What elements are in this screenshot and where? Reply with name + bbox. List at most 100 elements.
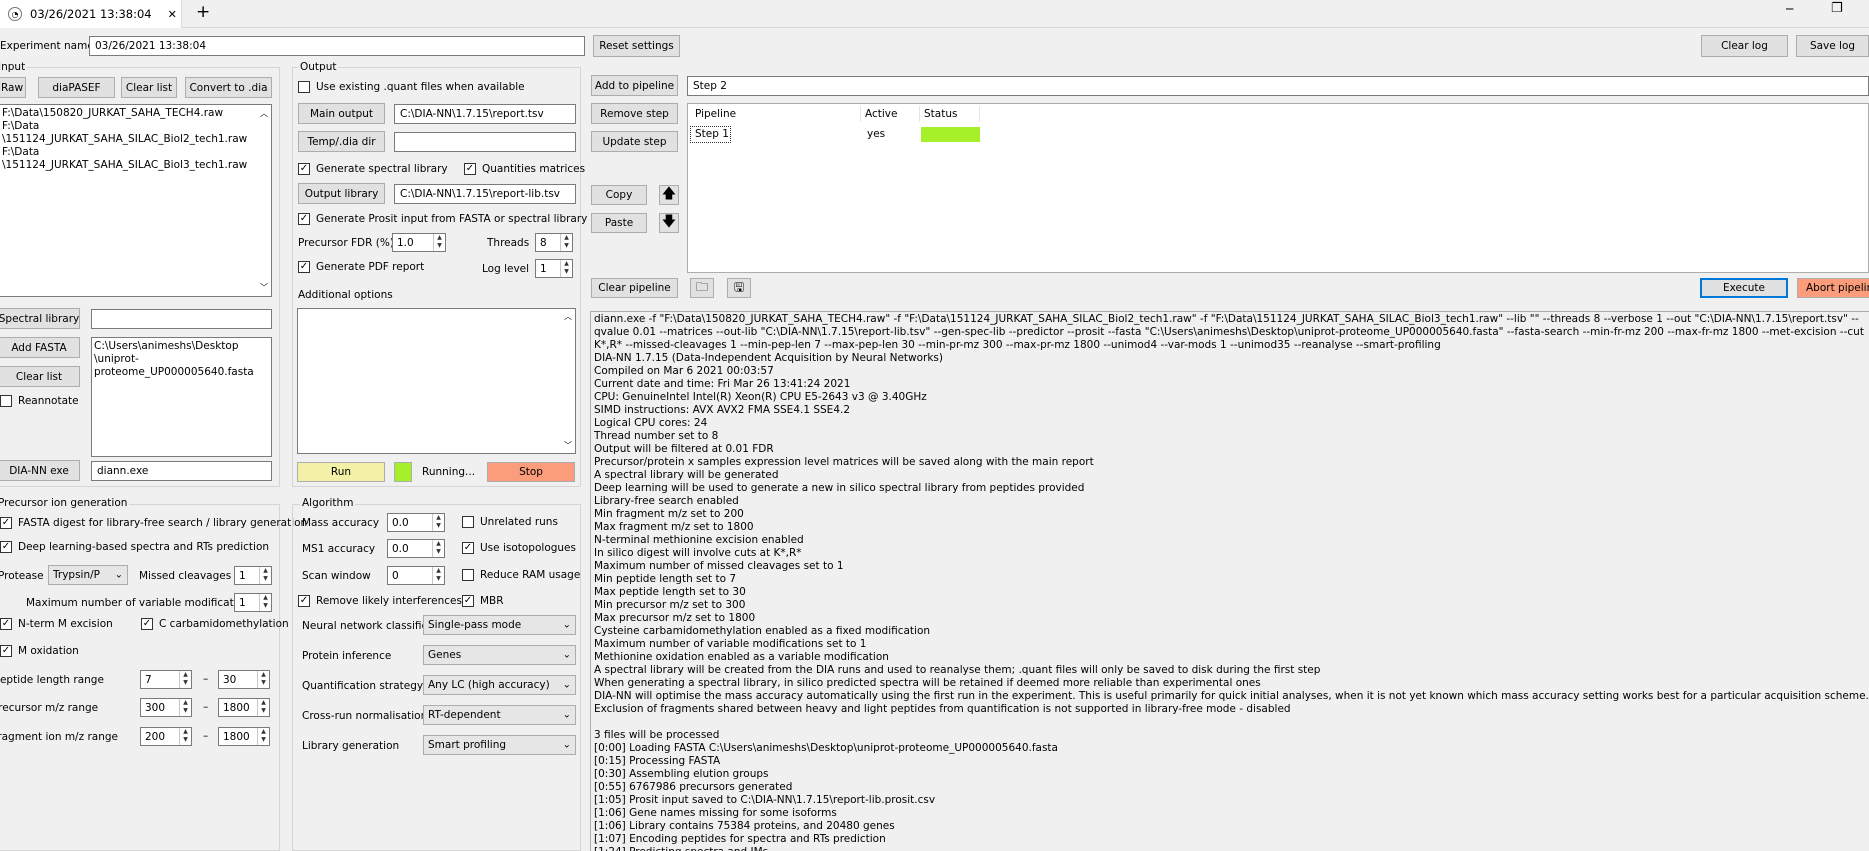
mbr-checkbox[interactable]: ✓ MBR (462, 595, 504, 607)
checkbox-box[interactable] (298, 81, 310, 93)
list-item[interactable]: \uniprot- (94, 353, 269, 366)
save-pipeline-button[interactable]: 🖫 (727, 278, 751, 298)
fragment-mz-min-stepper[interactable]: 200 ▲ ▼ (140, 727, 192, 746)
clear-fasta-list-button[interactable]: Clear list (0, 366, 80, 387)
move-down-button[interactable]: 🡇 (659, 213, 679, 233)
temp-dir-input[interactable] (394, 132, 576, 152)
quantities-matrices-checkbox[interactable]: ✓ Quantities matrices (464, 163, 585, 175)
clear-log-button[interactable]: Clear log (1701, 35, 1788, 57)
abort-pipeline-button[interactable]: Abort pipeline (1797, 278, 1869, 298)
list-item[interactable]: F:\Data (2, 146, 269, 159)
unrelated-runs-checkbox[interactable]: Unrelated runs (462, 516, 558, 528)
temp-dir-button[interactable]: Temp/.dia dir (298, 131, 385, 152)
spectral-library-input[interactable] (91, 309, 272, 329)
stepper-arrows-icon[interactable]: ▲ ▼ (257, 728, 269, 745)
main-output-button[interactable]: Main output (298, 103, 385, 124)
stepper-arrows-icon[interactable]: ▲ ▼ (560, 260, 572, 277)
ms1-accuracy-stepper[interactable]: 0.0 ▲ ▼ (387, 539, 445, 558)
missed-cleavages-stepper[interactable]: 1 ▲ ▼ (234, 566, 272, 585)
quant-strategy-select[interactable]: Any LC (high accuracy) ⌄ (423, 675, 576, 695)
max-var-mods-stepper[interactable]: 1 ▲ ▼ (234, 593, 272, 612)
fasta-digest-checkbox[interactable]: ✓ FASTA digest for library-free search / … (0, 517, 307, 529)
update-step-button[interactable]: Update step (591, 131, 678, 152)
clear-pipeline-button[interactable]: Clear pipeline (591, 278, 678, 298)
generate-spectral-library-checkbox[interactable]: ✓ Generate spectral library (298, 163, 448, 175)
clear-list-button[interactable]: Clear list (121, 77, 177, 98)
copy-button[interactable]: Copy (591, 185, 647, 205)
use-isotopologues-checkbox[interactable]: ✓ Use isotopologues (462, 542, 576, 554)
stepper-arrows-icon[interactable]: ▲ ▼ (259, 567, 271, 584)
library-generation-select[interactable]: Smart profiling ⌄ (423, 735, 576, 755)
diann-exe-input[interactable]: diann.exe (91, 461, 272, 481)
generate-prosit-checkbox[interactable]: ✓ Generate Prosit input from FASTA or spe… (298, 213, 587, 225)
convert-to-dia-button[interactable]: Convert to .dia (185, 77, 272, 98)
raw-files-list[interactable]: F:\Data\150820_JURKAT_SAHA_TECH4.raw F:\… (0, 104, 272, 297)
step-name-input[interactable]: Step 2 (687, 76, 1869, 96)
save-log-button[interactable]: Save log (1796, 35, 1869, 57)
paste-button[interactable]: Paste (591, 213, 647, 233)
new-tab-icon[interactable]: + (196, 2, 210, 22)
stop-button[interactable]: Stop (487, 462, 575, 482)
checkbox-box[interactable] (462, 516, 474, 528)
add-fasta-button[interactable]: Add FASTA (0, 337, 80, 358)
checkbox-box[interactable]: ✓ (298, 163, 310, 175)
peptide-length-min-stepper[interactable]: 7 ▲ ▼ (140, 670, 192, 689)
column-header-pipeline[interactable]: Pipeline (695, 108, 736, 120)
maximize-icon[interactable]: ❐ (1831, 1, 1843, 16)
nterm-m-excision-checkbox[interactable]: ✓ N-term M excision (0, 618, 113, 630)
fragment-mz-max-stepper[interactable]: 1800 ▲ ▼ (218, 727, 270, 746)
tab-active[interactable]: ◔ 03/26/2021 13:38:04 ✕ (0, 0, 182, 28)
reduce-ram-checkbox[interactable]: Reduce RAM usage (462, 569, 580, 581)
stepper-arrows-icon[interactable]: ▲ ▼ (179, 671, 191, 688)
checkbox-box[interactable] (462, 569, 474, 581)
checkbox-box[interactable]: ✓ (464, 163, 476, 175)
m-oxidation-checkbox[interactable]: ✓ M oxidation (0, 645, 79, 657)
column-header-status[interactable]: Status (924, 108, 957, 120)
checkbox-box[interactable]: ✓ (462, 595, 474, 607)
protein-inference-select[interactable]: Genes ⌄ (423, 645, 576, 665)
stepper-arrows-icon[interactable]: ▲ ▼ (259, 594, 271, 611)
table-row[interactable]: Step 1 yes (690, 126, 980, 143)
reset-settings-button[interactable]: Reset settings (593, 35, 680, 57)
additional-options-textarea[interactable]: ︿ ﹀ (297, 308, 576, 454)
checkbox-box[interactable]: ✓ (0, 645, 12, 657)
deep-learning-checkbox[interactable]: ✓ Deep learning-based spectra and RTs pre… (0, 541, 269, 553)
execute-button[interactable]: Execute (1700, 278, 1788, 298)
list-item[interactable]: \151124_JURKAT_SAHA_SILAC_Biol3_tech1.ra… (2, 159, 269, 172)
checkbox-box[interactable]: ✓ (298, 595, 310, 607)
generate-pdf-checkbox[interactable]: ✓ Generate PDF report (298, 261, 424, 273)
c-carbamidomethylation-checkbox[interactable]: ✓ C carbamidomethylation (141, 618, 289, 630)
stepper-arrows-icon[interactable]: ▲ ▼ (179, 699, 191, 716)
peptide-length-max-stepper[interactable]: 30 ▲ ▼ (218, 670, 270, 689)
precursor-fdr-stepper[interactable]: 1.0 ▲ ▼ (392, 233, 446, 252)
precursor-mz-min-stepper[interactable]: 300 ▲ ▼ (140, 698, 192, 717)
list-item[interactable]: F:\Data\150820_JURKAT_SAHA_TECH4.raw (2, 107, 269, 120)
precursor-mz-max-stepper[interactable]: 1800 ▲ ▼ (218, 698, 270, 717)
checkbox-box[interactable]: ✓ (0, 541, 12, 553)
reannotate-checkbox[interactable]: Reannotate (0, 395, 79, 407)
checkbox-box[interactable]: ✓ (298, 261, 310, 273)
stepper-arrows-icon[interactable]: ▲ ▼ (257, 699, 269, 716)
list-item[interactable]: proteome_UP000005640.fasta (94, 366, 269, 379)
main-output-input[interactable]: C:\DIA-NN\1.7.15\report.tsv (394, 104, 576, 124)
diann-exe-button[interactable]: DIA-NN exe (0, 460, 80, 481)
list-item[interactable]: \151124_JURKAT_SAHA_SILAC_Biol2_tech1.ra… (2, 133, 269, 146)
list-item[interactable]: C:\Users\animeshs\Desktop (94, 340, 269, 353)
scroll-down-icon[interactable]: ﹀ (564, 440, 572, 451)
list-item[interactable]: F:\Data (2, 120, 269, 133)
stepper-arrows-icon[interactable]: ▲ ▼ (560, 234, 572, 251)
checkbox-box[interactable] (0, 395, 12, 407)
stepper-arrows-icon[interactable]: ▲ ▼ (179, 728, 191, 745)
scan-window-stepper[interactable]: 0 ▲ ▼ (387, 566, 445, 585)
move-up-button[interactable]: 🡅 (659, 185, 679, 205)
experiment-name-input[interactable]: 03/26/2021 13:38:04 (89, 36, 585, 56)
add-to-pipeline-button[interactable]: Add to pipeline (591, 75, 678, 96)
protease-select[interactable]: Trypsin/P ⌄ (48, 565, 128, 585)
scroll-up-icon[interactable]: ︿ (260, 107, 268, 120)
checkbox-box[interactable]: ✓ (462, 542, 474, 554)
open-pipeline-button[interactable]: 🗀 (690, 278, 714, 298)
stepper-arrows-icon[interactable]: ▲ ▼ (257, 671, 269, 688)
fasta-list[interactable]: C:\Users\animeshs\Desktop \uniprot- prot… (91, 337, 272, 457)
raw-button[interactable]: Raw (0, 77, 26, 98)
checkbox-box[interactable]: ✓ (0, 618, 12, 630)
